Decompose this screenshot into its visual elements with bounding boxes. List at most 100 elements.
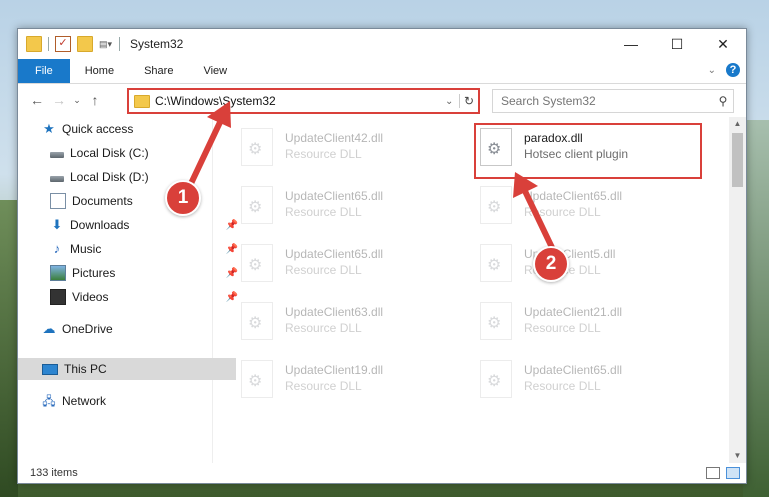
dll-file-icon — [480, 302, 512, 340]
tab-share[interactable]: Share — [129, 59, 188, 83]
sidebar-item-onedrive[interactable]: ☁ OneDrive — [18, 318, 236, 340]
file-type: Resource DLL — [285, 379, 362, 393]
divider — [119, 37, 120, 51]
sidebar-item-local-disk-c[interactable]: Local Disk (C:) — [18, 142, 244, 164]
dll-file-icon — [241, 360, 273, 398]
file-item[interactable]: UpdateClient42.dll Resource DLL — [237, 125, 457, 169]
file-type: Resource DLL — [285, 147, 362, 161]
title-bar: ✓ ▤▾ System32 — ☐ ✕ — [18, 29, 746, 59]
computer-icon — [42, 364, 58, 375]
tab-view[interactable]: View — [188, 59, 242, 83]
file-name: UpdateClient65.dll — [524, 363, 623, 377]
dll-file-icon — [241, 244, 273, 282]
highlight-box — [474, 123, 702, 179]
ribbon-tabs: File Home Share View ⌄ ? — [18, 59, 746, 84]
sidebar-item-label: Pictures — [72, 266, 116, 280]
file-name: UpdateClient63.dll — [285, 305, 384, 319]
status-bar: 133 items — [18, 463, 746, 483]
file-name: UpdateClient65.dll — [285, 247, 384, 261]
sidebar-item-documents[interactable]: Documents — [18, 190, 244, 212]
help-icon[interactable]: ? — [726, 63, 740, 77]
recent-locations-chevron-icon[interactable]: ⌄ — [70, 95, 84, 106]
sidebar-item-label: Local Disk (D:) — [70, 170, 149, 184]
expand-ribbon-icon[interactable]: ⌄ — [708, 65, 716, 76]
sidebar-item-quick-access[interactable]: ★ Quick access — [18, 118, 236, 140]
file-name: UpdateClient65.dll — [524, 189, 623, 203]
tab-home[interactable]: Home — [70, 59, 129, 83]
dll-file-icon — [241, 128, 273, 166]
file-type: Resource DLL — [524, 205, 601, 219]
refresh-icon[interactable]: ↻ — [459, 94, 478, 108]
new-folder-icon[interactable] — [77, 36, 93, 52]
sidebar-item-label: OneDrive — [62, 322, 113, 336]
dll-file-icon — [480, 186, 512, 224]
address-bar[interactable]: C:\Windows\System32 ⌄ ↻ — [127, 88, 480, 114]
file-item[interactable]: UpdateClient65.dll Resource DLL — [237, 183, 457, 227]
dll-file-icon — [241, 186, 273, 224]
drive-icon — [50, 176, 64, 182]
documents-icon — [50, 193, 66, 209]
videos-icon — [50, 289, 66, 305]
scroll-thumb[interactable] — [732, 133, 743, 187]
folder-icon — [134, 94, 150, 108]
search-box[interactable]: ⚲ — [492, 89, 734, 113]
music-icon: ♪ — [53, 241, 61, 256]
sidebar-item-local-disk-d[interactable]: Local Disk (D:) — [18, 166, 244, 188]
sidebar-item-label: Documents — [72, 194, 133, 208]
properties-icon[interactable]: ✓ — [55, 36, 71, 52]
up-arrow-icon[interactable]: ↑ — [84, 92, 106, 108]
window-controls: — ☐ ✕ — [608, 29, 746, 59]
sidebar-item-network[interactable]: 🖧 Network — [18, 390, 236, 412]
details-view-icon[interactable] — [706, 467, 720, 479]
file-item[interactable]: UpdateClient63.dll Resource DLL — [237, 299, 457, 343]
step-1-badge: 1 — [165, 180, 201, 216]
file-item[interactable]: UpdateClient65.dll Resource DLL — [237, 241, 457, 285]
large-icons-view-icon[interactable] — [726, 467, 740, 479]
item-count: 133 items — [30, 467, 78, 479]
dll-file-icon — [480, 360, 512, 398]
minimize-button[interactable]: — — [608, 29, 654, 59]
scroll-up-icon[interactable]: ▲ — [729, 117, 746, 131]
sidebar-item-pictures[interactable]: Pictures 📌 — [18, 262, 244, 284]
file-type: Resource DLL — [285, 321, 362, 335]
ribbon-right: ⌄ ? — [708, 63, 740, 77]
search-input[interactable] — [499, 93, 713, 109]
sidebar-item-this-pc[interactable]: This PC — [18, 358, 236, 380]
file-item[interactable]: UpdateClient65.dll Resource DLL — [476, 357, 696, 401]
pictures-icon — [50, 265, 66, 281]
file-item[interactable]: UpdateClient21.dll Resource DLL — [476, 299, 696, 343]
file-item[interactable]: UpdateClient19.dll Resource DLL — [237, 357, 457, 401]
sidebar-item-label: Quick access — [62, 122, 134, 136]
star-icon: ★ — [43, 121, 55, 136]
sidebar-item-music[interactable]: ♪ Music 📌 — [18, 238, 244, 260]
navigation-bar: ← → ⌄ ↑ C:\Windows\System32 ⌄ ↻ ⚲ — [18, 84, 746, 116]
content-area: ★ Quick access Local Disk (C:) Local Dis… — [18, 117, 746, 463]
cloud-icon: ☁ — [42, 321, 56, 336]
close-button[interactable]: ✕ — [700, 29, 746, 59]
quick-access-toolbar: ✓ ▤▾ — [18, 36, 120, 52]
tab-file[interactable]: File — [18, 59, 70, 83]
file-item[interactable]: UpdateClient65.dll Resource DLL — [476, 183, 696, 227]
address-path[interactable]: C:\Windows\System32 — [155, 94, 445, 108]
scroll-down-icon[interactable]: ▼ — [729, 449, 746, 463]
back-arrow-icon[interactable]: ← — [26, 92, 48, 108]
sidebar-item-label: Videos — [72, 290, 109, 304]
file-name: UpdateClient19.dll — [285, 363, 384, 377]
maximize-button[interactable]: ☐ — [654, 29, 700, 59]
vertical-scrollbar[interactable]: ▲ ▼ — [729, 117, 746, 463]
sidebar-item-label: Downloads — [70, 218, 130, 232]
navigation-pane: ★ Quick access Local Disk (C:) Local Dis… — [18, 117, 238, 463]
folder-icon — [26, 36, 42, 52]
dll-file-icon — [241, 302, 273, 340]
sidebar-item-videos[interactable]: Videos 📌 — [18, 286, 244, 308]
address-dropdown-icon[interactable]: ⌄ — [445, 96, 459, 107]
search-icon[interactable]: ⚲ — [713, 94, 733, 108]
file-type: Resource DLL — [285, 205, 362, 219]
drive-icon — [50, 152, 64, 158]
download-icon: ⬇ — [51, 217, 63, 232]
forward-arrow-icon[interactable]: → — [48, 92, 70, 108]
file-item[interactable]: UpdateClient5.dll Resource DLL — [476, 241, 696, 285]
divider — [48, 37, 49, 51]
customize-toolbar-icon[interactable]: ▤▾ — [99, 37, 113, 51]
sidebar-item-downloads[interactable]: ⬇ Downloads 📌 — [18, 214, 244, 236]
